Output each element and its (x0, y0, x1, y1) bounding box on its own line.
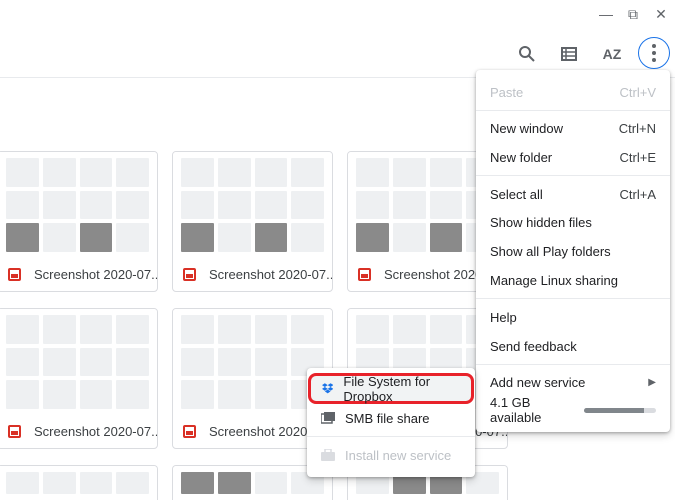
more-vert-icon (652, 44, 656, 62)
image-file-icon (183, 267, 196, 281)
submenu-item-smb[interactable]: SMB file share (307, 404, 475, 432)
dropbox-icon (322, 383, 334, 394)
storage-label: 4.1 GB available (490, 395, 542, 425)
sort-button[interactable]: AZ (596, 38, 628, 70)
menu-item-paste[interactable]: Paste Ctrl+V (476, 78, 670, 106)
menu-label: Help (490, 309, 517, 325)
smb-share-icon (321, 412, 335, 424)
add-service-submenu: File System for Dropbox SMB file share I… (307, 368, 475, 477)
menu-label: Paste (490, 84, 524, 100)
submenu-arrow-icon: ▶ (648, 376, 656, 388)
file-name: Screenshot 2020-07... (209, 266, 333, 282)
menu-label: New folder (490, 149, 553, 165)
shortcut: Ctrl+V (619, 84, 656, 100)
menu-label: Show hidden files (490, 214, 592, 230)
image-file-icon (8, 267, 21, 281)
file-card[interactable]: Screenshot 2020-07... (0, 308, 158, 449)
file-thumbnail (0, 466, 157, 500)
submenu-item-install-new-service[interactable]: Install new service (307, 441, 475, 469)
file-thumbnail (0, 152, 157, 258)
shortcut: Ctrl+E (619, 149, 656, 165)
menu-item-new-folder[interactable]: New folder Ctrl+E (476, 143, 670, 171)
menu-label: File System for Dropbox (343, 373, 431, 404)
file-name: Screenshot 2020-0 (209, 423, 319, 439)
menu-divider (476, 364, 670, 365)
file-card[interactable]: Screenshot 2020-07... (0, 151, 158, 292)
menu-divider (476, 110, 670, 111)
menu-label: New window (490, 120, 563, 136)
file-thumbnail (173, 152, 332, 258)
menu-item-help[interactable]: Help (476, 303, 670, 331)
image-file-icon (358, 267, 371, 281)
grid-view-icon (561, 47, 577, 61)
menu-label: Add new service (490, 374, 586, 390)
more-menu-button[interactable] (638, 37, 670, 69)
menu-item-new-window[interactable]: New window Ctrl+N (476, 114, 670, 142)
menu-divider (307, 436, 475, 437)
close-icon[interactable]: ✕ (651, 6, 671, 24)
search-icon (519, 46, 535, 62)
menu-label: Show all Play folders (490, 243, 611, 259)
search-button[interactable] (511, 38, 543, 70)
menu-item-add-new-service[interactable]: Add new service ▶ (476, 368, 670, 396)
shortcut: Ctrl+N (618, 120, 656, 136)
menu-item-show-play-folders[interactable]: Show all Play folders (476, 237, 670, 265)
menu-item-show-hidden-files[interactable]: Show hidden files (476, 208, 670, 236)
menu-label: Select all (490, 186, 543, 202)
view-toggle-button[interactable] (553, 38, 585, 70)
file-name: Screenshot 2020-07... (34, 266, 158, 282)
file-card[interactable] (0, 465, 158, 500)
menu-divider (476, 175, 670, 176)
menu-item-send-feedback[interactable]: Send feedback (476, 332, 670, 360)
menu-label: Install new service (345, 447, 452, 463)
menu-item-manage-linux-sharing[interactable]: Manage Linux sharing (476, 266, 670, 294)
image-file-icon (8, 424, 21, 438)
submenu-item-dropbox[interactable]: File System for Dropbox (308, 373, 474, 404)
menu-label: Send feedback (490, 338, 577, 354)
storage-bar (584, 407, 656, 413)
menu-label: Manage Linux sharing (490, 272, 618, 288)
file-name: Screenshot 2020-07... (34, 423, 158, 439)
image-file-icon (183, 424, 196, 438)
file-card[interactable]: Screenshot 2020-07... (172, 151, 333, 292)
restore-icon[interactable]: ⧉ (623, 6, 643, 24)
bag-icon (321, 449, 335, 461)
menu-label: SMB file share (345, 410, 430, 426)
storage-indicator: 4.1 GB available (476, 395, 670, 425)
menu-item-select-all[interactable]: Select all Ctrl+A (476, 180, 670, 208)
menu-divider (476, 298, 670, 299)
shortcut: Ctrl+A (619, 186, 656, 202)
more-menu: Paste Ctrl+V New window Ctrl+N New folder C… (476, 70, 670, 432)
file-thumbnail (0, 309, 157, 415)
minimize-icon[interactable]: — (596, 6, 616, 24)
